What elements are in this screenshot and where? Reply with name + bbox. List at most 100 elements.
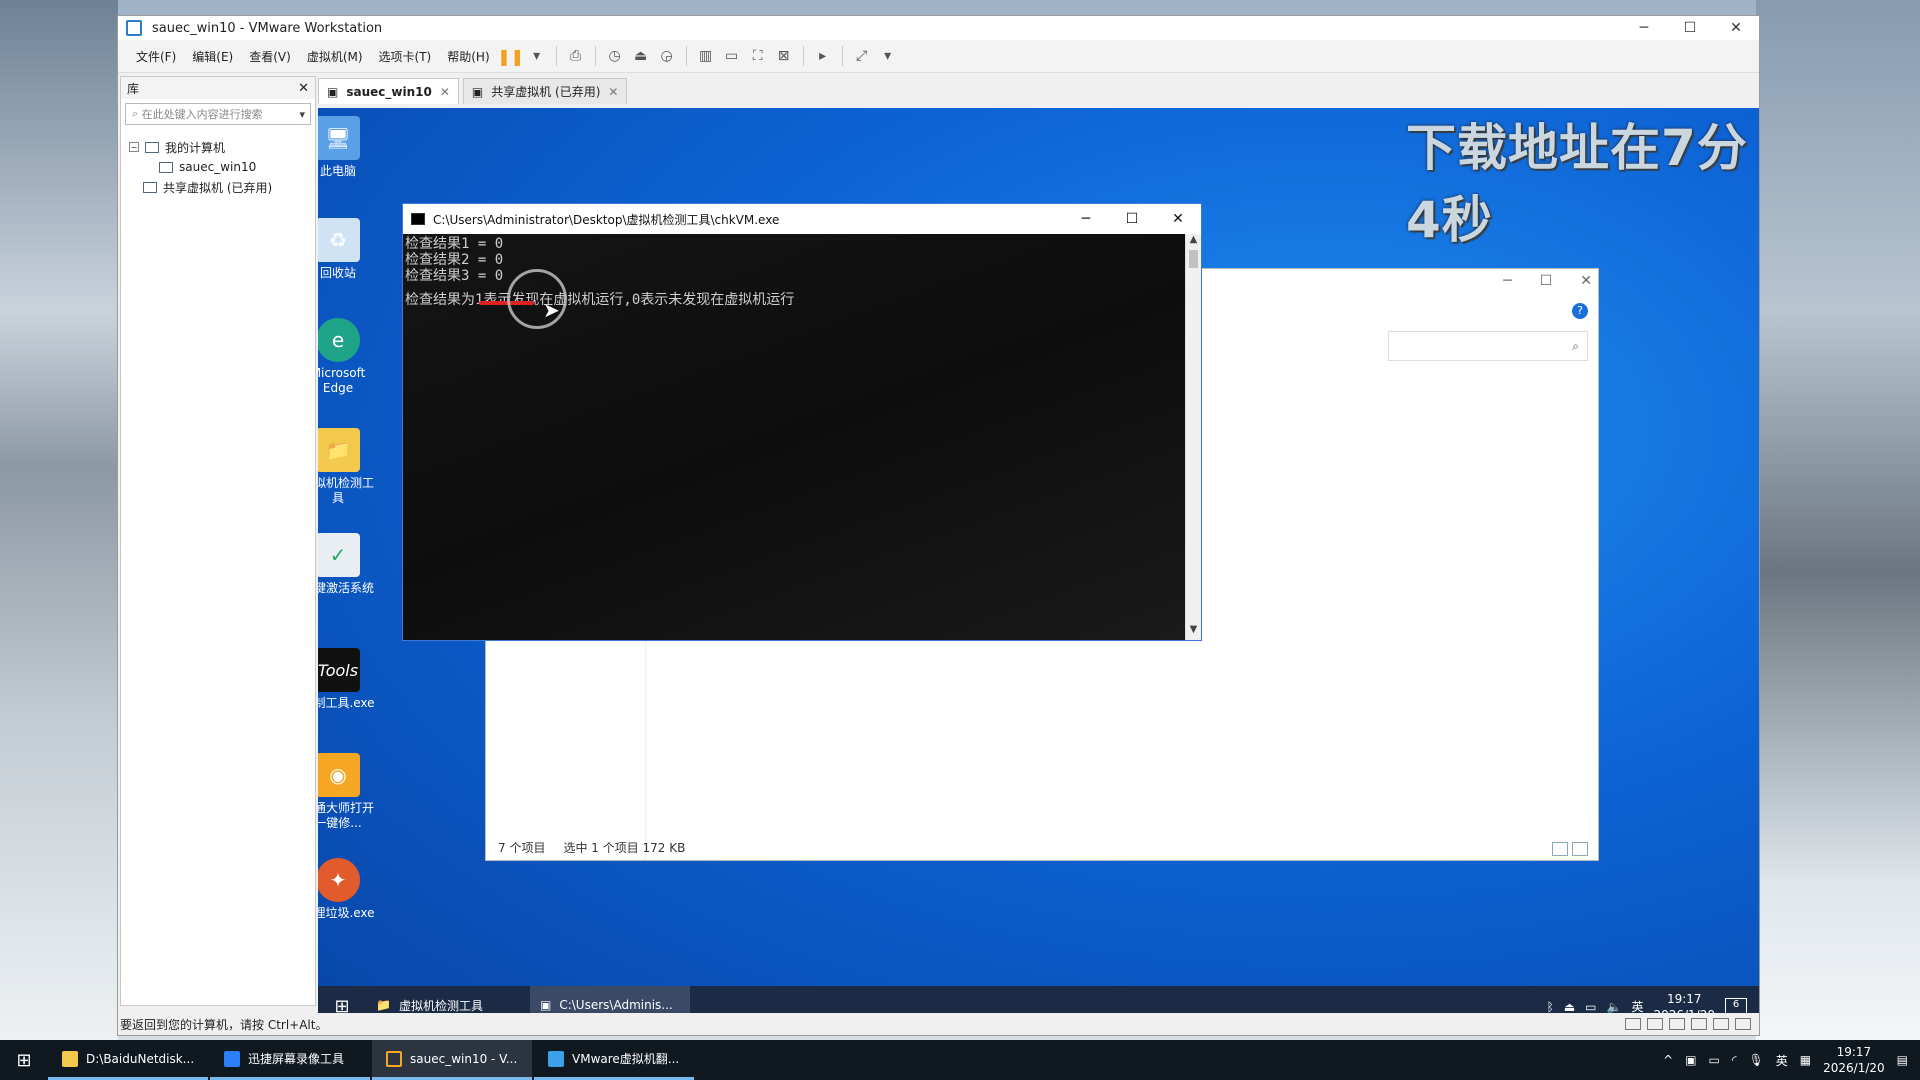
desktop-icon-this-pc[interactable]: 🖥 此电脑 <box>318 116 378 179</box>
sound-icon[interactable] <box>1691 1018 1707 1030</box>
task-label: VMware虚拟机翻... <box>572 1052 680 1066</box>
console-view-icon[interactable]: ▸ <box>810 44 836 68</box>
desktop-icon-edge[interactable]: e Microsoft Edge <box>318 318 378 396</box>
keyboard-grid-icon[interactable]: ▦ <box>1800 1053 1811 1067</box>
desktop-icon-master[interactable]: ◉ 牛通大师打开一键修... <box>318 753 378 831</box>
tree-item-my-computer[interactable]: − 我的计算机 <box>129 137 307 157</box>
host-task-baidu[interactable]: D:\BaiduNetdisk... <box>48 1040 208 1080</box>
collapse-icon[interactable]: − <box>129 142 139 152</box>
tree-item-vm[interactable]: sauec_win10 <box>129 157 307 177</box>
large-icons-view-icon[interactable] <box>1572 842 1588 856</box>
snapshot-manager-icon[interactable]: ◶ <box>654 44 680 68</box>
revert-snapshot-icon[interactable]: ⏏ <box>628 44 654 68</box>
tools-icon: Tools <box>318 648 360 692</box>
video-overlay-text: 下载地址在7分4秒 <box>1406 119 1748 249</box>
bluetooth-icon[interactable]: ᛒ <box>1547 1000 1554 1014</box>
ime-indicator[interactable]: 英 <box>1776 1052 1788 1069</box>
unity-icon[interactable]: ⊠ <box>771 44 797 68</box>
explorer-search-input[interactable]: ⌕ <box>1388 331 1588 361</box>
vmware-app-icon <box>126 20 142 36</box>
menu-edit[interactable]: 编辑(E) <box>184 48 241 65</box>
menu-view[interactable]: 查看(V) <box>241 48 299 65</box>
chevron-down-icon[interactable]: ▾ <box>299 108 310 121</box>
host-task-recorder[interactable]: 迅捷屏幕录像工具 <box>210 1040 370 1080</box>
usb-device-icon[interactable] <box>1669 1018 1685 1030</box>
tab-close-icon[interactable]: ✕ <box>608 85 618 99</box>
scroll-down-icon[interactable]: ▼ <box>1186 624 1201 640</box>
toolbar-separator <box>685 46 687 66</box>
hdd-icon[interactable] <box>1625 1018 1641 1030</box>
snapshot-icon[interactable]: ◷ <box>602 44 628 68</box>
toolbar-separator <box>594 46 596 66</box>
chevron-up-icon[interactable]: ^ <box>1663 1053 1673 1067</box>
minimize-button[interactable]: ─ <box>1503 273 1511 289</box>
desktop-icon-activate[interactable]: ✓ 一键激活系统 <box>318 533 378 596</box>
tab-close-icon[interactable]: ✕ <box>440 85 450 99</box>
tree-item-shared[interactable]: 共享虚拟机 (已弃用) <box>129 177 307 197</box>
notification-icon[interactable]: ▤ <box>1897 1053 1908 1067</box>
console-scrollbar[interactable]: ▲ ▼ <box>1185 234 1201 640</box>
library-search-input[interactable]: ⌕ 在此处键入内容进行搜索 ▾ <box>125 103 311 125</box>
explorer-status-bar: 7 个项目 选中 1 个项目 172 KB <box>498 839 685 856</box>
scroll-up-icon[interactable]: ▲ <box>1186 234 1201 250</box>
clock-time: 19:17 <box>1666 991 1702 1006</box>
minimize-button[interactable]: ─ <box>1063 211 1109 227</box>
host-task-vmware[interactable]: sauec_win10 - V... <box>372 1040 532 1080</box>
close-button[interactable]: ✕ <box>1580 273 1592 289</box>
scroll-thumb[interactable] <box>1189 250 1198 268</box>
host-task-vmware-translate[interactable]: VMware虚拟机翻... <box>534 1040 694 1080</box>
host-clock[interactable]: 19:17 2026/1/20 <box>1823 1044 1885 1076</box>
maximize-button[interactable]: ☐ <box>1540 273 1553 289</box>
battery-icon[interactable]: ▭ <box>1709 1053 1720 1067</box>
details-view-icon[interactable] <box>1552 842 1568 856</box>
desktop-icon-label: 虚拟机检测工具 <box>318 476 374 505</box>
library-close-icon[interactable]: ✕ <box>298 81 309 96</box>
desktop-icon-clean[interactable]: ✦ 清理垃圾.exe <box>318 858 378 921</box>
thumbnail-view-icon[interactable]: ▭ <box>719 44 745 68</box>
library-view-icon[interactable]: ▥ <box>693 44 719 68</box>
desktop-icon-recycle-bin[interactable]: ♻ 回收站 <box>318 218 378 281</box>
microphone-icon[interactable]: 🎙 <box>1749 1053 1764 1067</box>
dropdown-arrow-icon[interactable]: ▾ <box>524 44 550 68</box>
console-icon <box>411 213 425 225</box>
network-icon[interactable]: ▭ <box>1585 1000 1596 1014</box>
desktop-icon-label: 此电脑 <box>319 164 356 178</box>
close-button[interactable]: ✕ <box>1713 16 1759 40</box>
minimize-button[interactable]: ─ <box>1621 16 1667 40</box>
stretch-icon[interactable]: ⤢ <box>849 44 875 68</box>
volume-icon[interactable]: 🔈 <box>1607 1000 1622 1014</box>
menu-file[interactable]: 文件(F) <box>128 48 184 65</box>
tab-shared-vms[interactable]: ▣ 共享虚拟机 (已弃用) ✕ <box>462 78 628 104</box>
tab-sauec-win10[interactable]: ▣ sauec_win10 ✕ <box>318 78 459 104</box>
send-ctrl-alt-del-icon[interactable]: ⎙ <box>563 44 589 68</box>
desktop-icon-copy-tool[interactable]: Tools 复制工具.exe <box>318 648 378 711</box>
close-button[interactable]: ✕ <box>1155 211 1201 227</box>
guest-screen[interactable]: 下载地址在7分4秒 🖥 此电脑 ♻ 回收站 e Microsoft Edge 📁… <box>318 108 1759 1027</box>
recorder-icon <box>224 1050 240 1067</box>
wifi-icon[interactable]: ◜ <box>1732 1053 1737 1067</box>
help-icon[interactable]: ? <box>1572 303 1588 319</box>
dropdown-arrow-icon[interactable]: ▾ <box>875 44 901 68</box>
host-desktop-right <box>1756 0 1920 1040</box>
shared-vm-icon <box>143 181 157 193</box>
console-window[interactable]: C:\Users\Administrator\Desktop\虚拟机检测工具\c… <box>402 203 1202 641</box>
status-message: 要返回到您的计算机，请按 Ctrl+Alt。 <box>120 1017 328 1032</box>
pause-icon[interactable]: ❚❚ <box>497 44 524 68</box>
message-icon[interactable] <box>1735 1018 1751 1030</box>
maximize-button[interactable]: ☐ <box>1109 211 1155 227</box>
computer-icon <box>145 141 159 153</box>
menu-tabs[interactable]: 选项卡(T) <box>371 48 440 65</box>
desktop-icon-vm-detect[interactable]: 📁 虚拟机检测工具 <box>318 428 378 506</box>
menu-vm[interactable]: 虚拟机(M) <box>299 48 371 65</box>
maximize-button[interactable]: ☐ <box>1667 16 1713 40</box>
cleaner-icon: ✦ <box>318 858 360 902</box>
network-adapter-icon[interactable] <box>1647 1018 1663 1030</box>
desktop-icon-label: 牛通大师打开一键修... <box>318 801 374 830</box>
full-screen-icon[interactable]: ⛶ <box>745 44 771 68</box>
windows-start-icon[interactable]: ⊞ <box>0 1040 48 1080</box>
mouse-cursor-icon: ➤ <box>543 298 560 322</box>
printer-icon[interactable] <box>1713 1018 1729 1030</box>
usb-icon[interactable]: ⏏ <box>1564 1000 1575 1014</box>
menu-help[interactable]: 帮助(H) <box>439 48 497 65</box>
meeting-icon[interactable]: ▣ <box>1685 1053 1696 1067</box>
